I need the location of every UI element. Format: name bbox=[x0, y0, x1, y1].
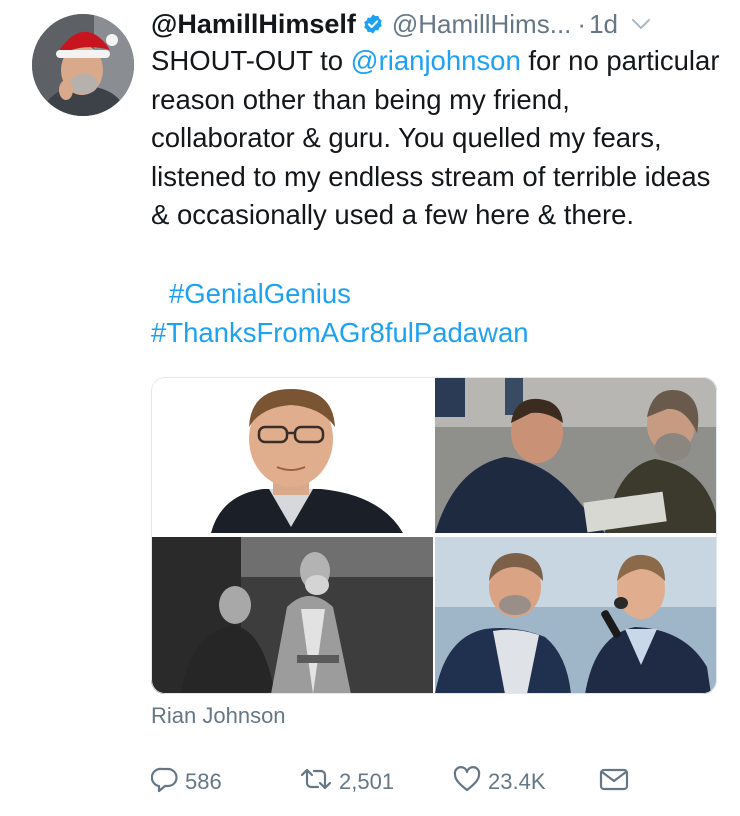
chevron-down-icon[interactable] bbox=[630, 13, 652, 35]
display-name[interactable]: @HamillHimself bbox=[151, 9, 356, 40]
tweet-text: SHOUT-OUT to @rianjohnson for no particu… bbox=[151, 42, 721, 235]
photo-3[interactable] bbox=[151, 537, 433, 694]
tweet-text-start: SHOUT-OUT to bbox=[151, 45, 351, 76]
direct-message-button[interactable] bbox=[598, 762, 630, 802]
photo-4[interactable] bbox=[435, 537, 717, 694]
verified-badge-icon bbox=[362, 13, 384, 35]
retweet-icon bbox=[299, 765, 333, 799]
hashtag-link[interactable]: #GenialGenius bbox=[151, 275, 721, 314]
avatar-image bbox=[32, 14, 134, 116]
retweet-count: 2,501 bbox=[339, 769, 395, 794]
reply-count: 586 bbox=[185, 769, 222, 794]
photo-caption: Rian Johnson bbox=[151, 703, 286, 728]
timestamp[interactable]: 1d bbox=[589, 9, 618, 40]
handle[interactable]: @HamillHims... bbox=[392, 9, 572, 40]
heart-icon bbox=[452, 765, 482, 799]
photo-grid bbox=[151, 377, 717, 694]
retweet-button[interactable]: 2,501 bbox=[299, 762, 394, 802]
action-bar: 586 2,501 23.4K bbox=[150, 762, 711, 802]
photo-2[interactable] bbox=[435, 377, 717, 533]
separator-dot: · bbox=[577, 8, 587, 39]
like-button[interactable]: 23.4K bbox=[452, 762, 546, 802]
mention-link[interactable]: @rianjohnson bbox=[351, 45, 521, 76]
reply-icon bbox=[150, 765, 179, 799]
envelope-icon bbox=[598, 765, 630, 799]
like-count: 23.4K bbox=[488, 769, 546, 794]
hashtag-list: #GenialGenius #ThanksFromAGr8fulPadawan bbox=[151, 275, 721, 352]
avatar[interactable] bbox=[32, 14, 134, 116]
hashtag-link[interactable]: #ThanksFromAGr8fulPadawan bbox=[151, 314, 721, 353]
tweet-header: @HamillHimself @HamillHims... · 1d bbox=[151, 5, 731, 43]
reply-button[interactable]: 586 bbox=[150, 762, 222, 802]
photo-1[interactable] bbox=[151, 377, 433, 533]
